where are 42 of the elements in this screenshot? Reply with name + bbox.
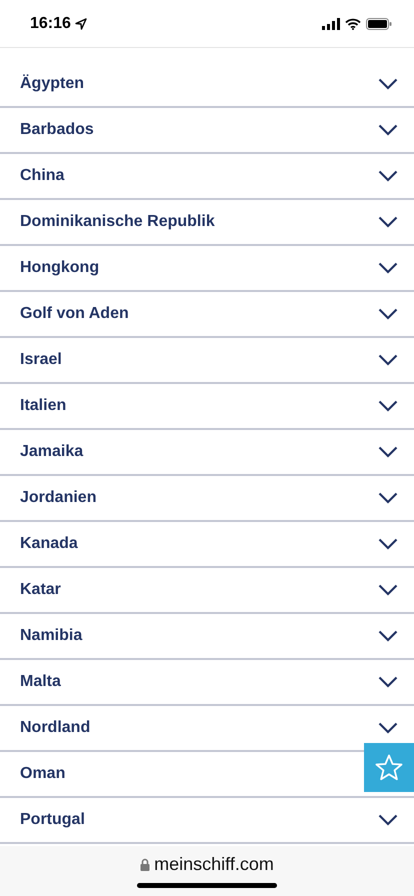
country-name[interactable]: Jordanien [20, 489, 96, 507]
chevron-down-icon[interactable] [378, 262, 398, 274]
chevron-down-icon[interactable] [378, 492, 398, 504]
chevron-down-icon[interactable] [378, 722, 398, 734]
country-name[interactable]: Golf von Aden [20, 305, 129, 323]
location-arrow-icon [74, 18, 87, 30]
country-name[interactable]: Namibia [20, 627, 82, 645]
chevron-down-icon[interactable] [378, 814, 398, 826]
country-name[interactable]: Italien [20, 397, 66, 415]
chevron-down-icon[interactable] [378, 446, 398, 458]
country-name[interactable]: Jamaika [20, 443, 84, 461]
chevron-down-icon[interactable] [378, 78, 398, 90]
country-name[interactable]: China [20, 167, 64, 185]
url-text[interactable]: meinschiff.com [154, 854, 274, 875]
chevron-down-icon[interactable] [378, 124, 398, 136]
chevron-down-icon[interactable] [378, 584, 398, 596]
country-name[interactable]: Hongkong [20, 259, 100, 277]
country-name[interactable]: Ägypten [20, 75, 84, 93]
country-name[interactable]: Israel [20, 351, 62, 369]
chevron-down-icon[interactable] [378, 354, 398, 366]
country-name[interactable]: Katar [20, 581, 61, 599]
chevron-down-icon[interactable] [378, 676, 398, 688]
lock-icon [140, 858, 150, 871]
country-name[interactable]: Kanada [20, 535, 78, 553]
battery-icon [366, 18, 392, 30]
favorite-button[interactable] [364, 743, 414, 792]
country-name[interactable]: Barbados [20, 121, 94, 139]
chevron-down-icon[interactable] [378, 538, 398, 550]
chevron-down-icon[interactable] [378, 308, 398, 320]
country-name[interactable]: Portugal [20, 811, 85, 829]
chevron-down-icon[interactable] [378, 170, 398, 182]
signal-icon [322, 18, 340, 30]
chevron-down-icon[interactable] [378, 216, 398, 228]
wifi-icon [345, 18, 361, 30]
country-name[interactable]: Oman [20, 765, 66, 783]
country-name[interactable]: Dominikanische Republik [20, 213, 215, 231]
status-time: 16:16 [30, 14, 71, 32]
chevron-down-icon[interactable] [378, 630, 398, 642]
chevron-down-icon[interactable] [378, 400, 398, 412]
star-icon [375, 754, 403, 781]
country-name[interactable]: Nordland [20, 719, 90, 737]
country-name[interactable]: Malta [20, 673, 61, 691]
